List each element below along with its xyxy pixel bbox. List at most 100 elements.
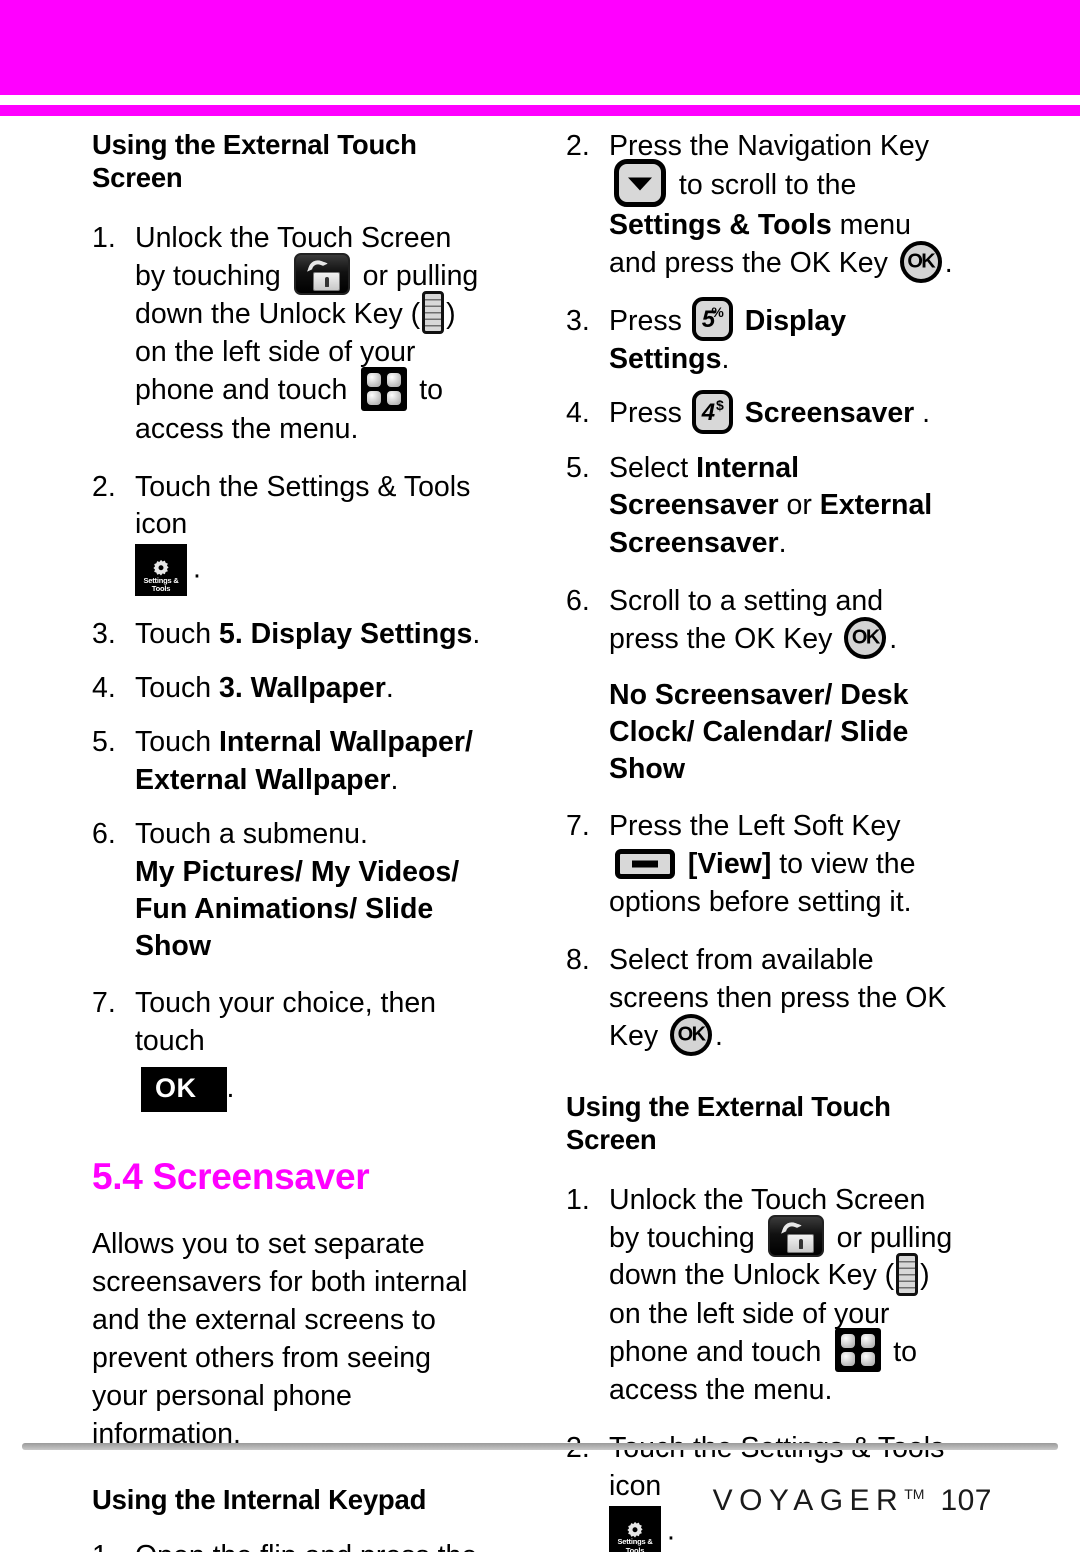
step-text: .: [715, 1019, 723, 1052]
section-title-screensaver: 5.4 Screensaver: [92, 1155, 370, 1197]
top-accent-band: [0, 0, 1080, 95]
unlock-key-strip-icon: [422, 291, 445, 335]
ok-key-icon: OK: [670, 1013, 713, 1056]
unlock-padlock-icon: [293, 253, 350, 296]
step-emphasis: Settings & Tools: [609, 208, 832, 241]
list-number: 6.: [566, 585, 590, 618]
key-digit: 4: [701, 398, 716, 426]
list-item: 3. Press 5 % Display Settings.: [566, 297, 960, 379]
list-number: 1.: [566, 1183, 590, 1216]
key-symbol: $: [715, 396, 724, 413]
step-text: .: [390, 763, 399, 796]
list-number: 5.: [566, 451, 590, 484]
trademark-symbol: TM: [904, 1486, 925, 1502]
step-text: .: [944, 246, 953, 279]
list-item: 1. Open the flip and press the OK Key OK…: [92, 1538, 484, 1552]
step-text: .: [914, 397, 931, 430]
list-item: 2. Touch the Settings & Tools icon Setti…: [92, 469, 484, 597]
step-emphasis: [View]: [687, 848, 772, 881]
step-text: .: [667, 1514, 675, 1547]
list-item: 1. Unlock the Touch Screen by touching o…: [92, 220, 484, 449]
step-text: Touch: [135, 726, 219, 759]
list-number: 5.: [92, 726, 116, 759]
step-text: Touch: [135, 618, 219, 651]
list-number: 3.: [92, 618, 116, 651]
manual-page: Using the External Touch Screen 1. Unloc…: [0, 0, 1080, 1552]
list-number: 1.: [92, 222, 116, 254]
step-text: Press: [609, 304, 682, 337]
list-number: 7.: [566, 810, 590, 843]
navigation-key-down-icon: [614, 158, 666, 207]
list-item: 8. Select from available screens then pr…: [566, 942, 960, 1056]
unlock-key-strip-icon: [896, 1252, 919, 1296]
list-item: 6. Touch a submenu. My Pictures/ My Vide…: [92, 816, 484, 965]
list-number: 1.: [92, 1538, 130, 1552]
left-heading-external-touch-screen: Using the External Touch Screen: [92, 129, 417, 193]
right-column: 2. Press the Navigation Key to scroll to…: [500, 128, 1000, 1552]
list-number: 7.: [92, 986, 116, 1019]
step-text: Select from available screens then press…: [609, 943, 947, 1052]
settings-and-tools-icon: Settings & Tools: [135, 544, 187, 597]
list-item: 5. Select Internal Screensaver or Extern…: [566, 450, 960, 564]
submenu-options: My Pictures/ My Videos/ Fun Animations/ …: [135, 855, 460, 962]
keypad-key-4-icon: 4 $: [691, 389, 733, 434]
step-text: Touch: [135, 672, 219, 705]
step-text: .: [889, 623, 898, 656]
step-text: Press the Navigation Key: [609, 130, 929, 162]
list-number: 2.: [566, 130, 590, 162]
ok-button-icon: OK: [141, 1066, 227, 1112]
list-number: 2.: [92, 470, 116, 503]
step-text: .: [778, 527, 787, 560]
step-text: .: [472, 618, 481, 651]
list-item: 7. Press the Left Soft Key [View] to vie…: [566, 808, 960, 922]
step-text: to scroll to the: [678, 168, 857, 201]
page-number: 107: [940, 1484, 992, 1517]
step-text: Select: [609, 451, 697, 484]
step-text: Press: [609, 397, 682, 430]
step-text: Scroll to a setting and press the OK Key: [609, 585, 884, 656]
step-text: .: [721, 343, 730, 376]
step-text: Open the flip and press the OK Key: [135, 1540, 477, 1552]
left-column: Using the External Touch Screen 1. Unloc…: [0, 128, 500, 1552]
right-heading-external-touch-screen: Using the External Touch Screen: [566, 1090, 891, 1155]
menu-grid-icon: [835, 1328, 882, 1373]
key-symbol: %: [711, 304, 724, 321]
ok-key-label: OK: [907, 250, 935, 273]
step-text: Touch the Settings & Tools icon: [135, 470, 471, 541]
step-emphasis: Screensaver: [744, 397, 915, 430]
list-number: 4.: [566, 397, 590, 430]
list-item: 4. Press 4 $ Screensaver .: [566, 389, 960, 434]
left-soft-key-icon: [615, 849, 675, 880]
step-text: Touch a submenu.: [135, 817, 368, 850]
keypad-key-5-icon: 5 %: [691, 297, 733, 342]
page-columns: Using the External Touch Screen 1. Unloc…: [0, 128, 1080, 1552]
tile-caption-line2: Tools: [151, 583, 171, 593]
ok-key-icon: OK: [899, 240, 942, 283]
brand-name: VOYAGERTM: [712, 1484, 925, 1517]
menu-grid-icon: [361, 366, 408, 411]
step-text: .: [226, 1071, 235, 1104]
ok-key-icon: OK: [844, 617, 887, 660]
step-text: Press the Left Soft Key: [609, 810, 901, 843]
list-number: 8.: [566, 943, 590, 976]
step-emphasis: 5. Display Settings: [218, 618, 473, 651]
ok-key-label: OK: [677, 1023, 706, 1046]
tile-caption-line2: Tools: [625, 1545, 645, 1552]
step-text: .: [385, 672, 394, 705]
settings-and-tools-icon: Settings & Tools: [609, 1505, 661, 1552]
list-item: 5. Touch Internal Wallpaper/ External Wa…: [92, 724, 484, 800]
list-item: 2. Press the Navigation Key to scroll to…: [566, 128, 960, 283]
footer-divider: [22, 1443, 1058, 1450]
page-footer: VOYAGERTM 107: [713, 1484, 992, 1518]
list-number: 4.: [92, 672, 116, 705]
step-text: or: [778, 489, 820, 522]
ok-key-label: OK: [851, 626, 880, 649]
step-text: Touch your choice, then touch: [135, 986, 437, 1057]
list-number: 6.: [92, 817, 116, 850]
list-item: 6. Scroll to a setting and press the OK …: [566, 583, 960, 788]
section-body-text: Allows you to set separate screensavers …: [92, 1228, 468, 1450]
list-item: 4. Touch 3. Wallpaper.: [92, 670, 484, 708]
top-accent-rule: [0, 105, 1080, 116]
unlock-padlock-icon: [767, 1215, 824, 1258]
list-item: 1. Unlock the Touch Screen by touching o…: [566, 1182, 960, 1411]
